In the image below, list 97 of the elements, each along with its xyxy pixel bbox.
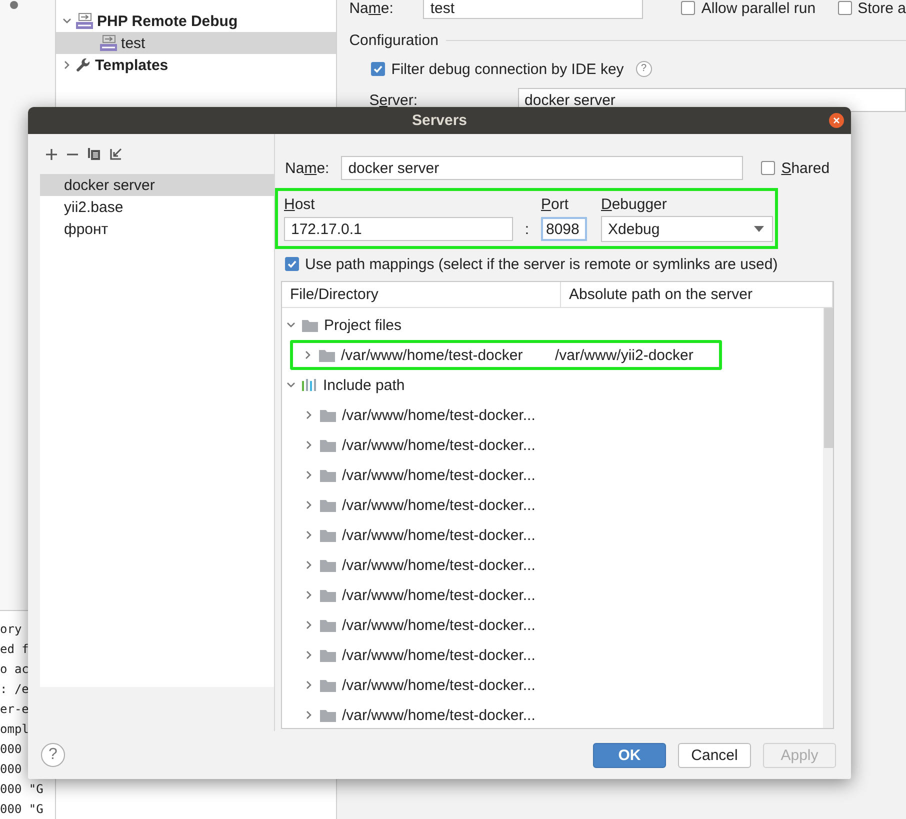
checkbox[interactable] (681, 1, 696, 15)
checkbox-label: Store a (858, 0, 906, 16)
folder-icon (320, 648, 336, 662)
folder-icon (320, 468, 336, 482)
tree-row[interactable]: /var/www/home/test-docker... (282, 520, 823, 550)
php-file-icon (100, 35, 118, 51)
port-label: Port (541, 196, 570, 212)
terminal-line: 000 (0, 741, 22, 758)
tree-row[interactable]: /var/www/home/test-docker... (282, 430, 823, 460)
tree-row[interactable]: /var/www/home/test-docker... (282, 490, 823, 520)
chevron-right-icon[interactable] (304, 710, 314, 720)
folder-icon (320, 438, 336, 452)
folder-icon (319, 348, 335, 362)
terminal-line: o ac (0, 661, 29, 678)
folder-icon (320, 558, 336, 572)
help-icon[interactable]: ? (636, 61, 652, 77)
folder-icon (302, 318, 318, 332)
checkbox-label: Filter debug connection by IDE key (391, 60, 624, 78)
port-field[interactable]: 8098 (541, 217, 587, 241)
chevron-right-icon[interactable] (304, 500, 314, 510)
dialog-button[interactable]: OK (593, 742, 666, 768)
chevron-right-icon[interactable] (304, 560, 314, 570)
tree-item[interactable]: PHP Remote Debug (56, 10, 336, 32)
host-label: Host (284, 196, 316, 212)
tree-row[interactable]: /var/www/home/test-docker... (282, 580, 823, 610)
checkbox-label: Shared (781, 160, 830, 176)
server-label: Server: (369, 92, 418, 108)
php-file-icon (76, 13, 94, 29)
chevron-right-icon[interactable] (304, 620, 314, 630)
column-header[interactable]: Absolute path on the server (561, 282, 833, 307)
dropdown-arrow-icon (754, 226, 764, 232)
tree-row[interactable]: /var/www/home/test-docker... (282, 460, 823, 490)
tree-row[interactable]: Include path (282, 370, 823, 400)
chevron-right-icon[interactable] (304, 410, 314, 420)
chevron-down-icon[interactable] (62, 16, 72, 26)
name-label: Name: (285, 160, 330, 176)
folder-icon (320, 708, 336, 722)
checkbox[interactable] (761, 161, 776, 175)
name-field[interactable]: test (423, 0, 644, 18)
terminal-line: ompl (0, 721, 29, 738)
tree-row[interactable]: /var/www/home/test-docker... (282, 670, 823, 700)
library-icon (302, 379, 317, 391)
wrench-icon (76, 58, 92, 72)
close-button[interactable] (829, 113, 844, 128)
column-header[interactable]: File/Directory (282, 282, 561, 307)
separator: : (524, 220, 530, 238)
terminal-line: er-e (0, 701, 29, 718)
server-item[interactable]: docker server (40, 174, 274, 196)
section-title: Configuration (349, 32, 438, 48)
folder-icon (320, 408, 336, 422)
chevron-right-icon[interactable] (304, 650, 314, 660)
terminal-line: 000 "G (0, 781, 44, 798)
tree-item[interactable]: test (56, 32, 336, 54)
terminal-line: ory (0, 621, 22, 638)
tree-row[interactable]: /var/www/home/test-docker... (282, 610, 823, 640)
checkbox[interactable] (371, 62, 386, 76)
host-field[interactable]: 172.17.0.1 (284, 217, 513, 241)
debugger-label: Debugger (601, 196, 668, 212)
folder-icon (320, 498, 336, 512)
tree-row[interactable]: Project files (282, 310, 823, 340)
copy-icon[interactable] (88, 148, 100, 160)
folder-icon (320, 618, 336, 632)
highlighted-row[interactable]: /var/www/home/test-docker /var/www/yii2-docker (290, 340, 722, 370)
checkbox[interactable] (838, 1, 852, 15)
chevron-down-icon[interactable] (286, 320, 296, 330)
debugger-dropdown[interactable]: Xdebug (601, 216, 773, 242)
tree-row[interactable]: /var/www/home/test-docker... (282, 700, 823, 728)
tree-row[interactable]: /var/www/home/test-docker... (282, 550, 823, 580)
import-icon[interactable] (110, 148, 122, 160)
checkbox[interactable] (285, 257, 299, 271)
terminal-line: 000 "G (0, 801, 44, 818)
folder-icon (320, 528, 336, 542)
chevron-down-icon[interactable] (286, 380, 296, 390)
checkbox-label: Allow parallel run (701, 0, 816, 16)
chevron-right-icon[interactable] (304, 680, 314, 690)
close-icon (833, 117, 840, 124)
help-button[interactable]: ? (41, 743, 65, 767)
name-label: Name: (349, 0, 394, 16)
terminal-line: 000 (0, 761, 22, 778)
name-field[interactable]: docker server (341, 156, 744, 180)
tree-item[interactable]: Templates (56, 54, 336, 76)
folder-icon (320, 588, 336, 602)
chevron-right-icon[interactable] (304, 530, 314, 540)
add-icon[interactable] (46, 148, 57, 160)
chevron-right-icon[interactable] (303, 350, 313, 360)
dialog-title: Servers (412, 112, 468, 129)
folder-icon (320, 678, 336, 692)
dialog-button[interactable]: Cancel (678, 742, 751, 768)
terminal-line: : /e (0, 681, 29, 698)
checkbox-label: Use path mappings (select if the server is remote or symlinks are used) (305, 256, 778, 272)
chevron-right-icon[interactable] (304, 440, 314, 450)
tree-row[interactable]: /var/www/home/test-docker... (282, 400, 823, 430)
chevron-right-icon[interactable] (304, 590, 314, 600)
tree-row[interactable]: /var/www/home/test-docker... (282, 640, 823, 670)
chevron-right-icon[interactable] (304, 470, 314, 480)
scrollbar-thumb[interactable] (824, 308, 833, 448)
terminal-line: ed f (0, 641, 29, 658)
